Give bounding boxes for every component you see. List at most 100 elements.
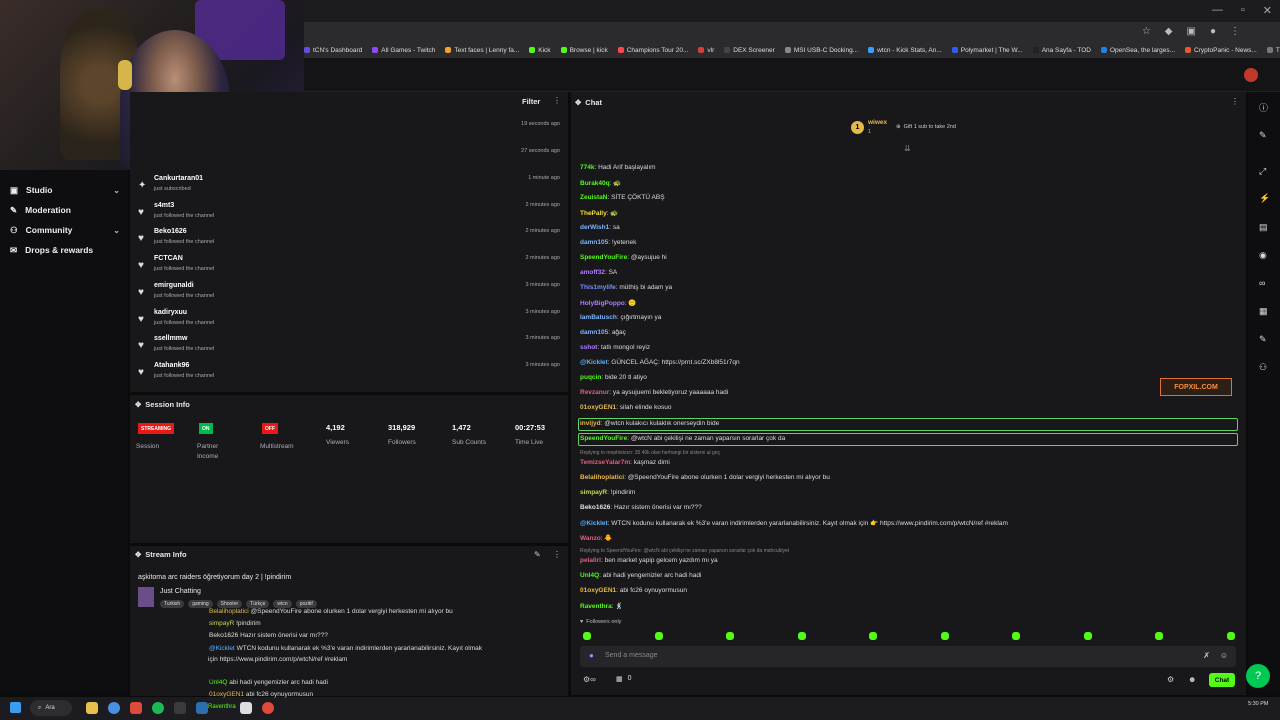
chat-username[interactable]: TemizseYalar7m <box>580 459 630 466</box>
format-icon[interactable]: ✗ <box>1203 651 1210 660</box>
users-icon[interactable]: ⚇ <box>1259 362 1269 372</box>
emote-icon[interactable] <box>1083 632 1092 640</box>
chat-username[interactable]: invijyd <box>580 420 601 427</box>
mic-icon[interactable]: ● <box>589 651 594 660</box>
filter-button[interactable]: Filter <box>522 97 540 106</box>
stream-tag[interactable]: pozitif <box>295 600 317 608</box>
wrench-icon[interactable]: ✎ <box>1259 334 1269 344</box>
bookmark-item[interactable]: wtcn - Kick Stats, An... <box>868 47 942 54</box>
emoji-icon[interactable]: ☺ <box>1220 651 1228 660</box>
link-icon[interactable]: ∞ <box>1259 278 1269 288</box>
stream-tag[interactable]: Shooter <box>216 600 243 608</box>
chat-username[interactable]: IamBatusch <box>580 314 617 321</box>
more-icon[interactable]: ⋮ <box>1230 26 1240 37</box>
chat-username[interactable]: simpayR <box>580 489 607 496</box>
close-window-button[interactable]: ✕ <box>1263 4 1272 17</box>
chat-username[interactable]: Revzanur <box>580 389 609 396</box>
chevron-down-icon[interactable]: ⌄ <box>113 186 120 195</box>
bookmark-item[interactable]: Polymarket | The W... <box>951 47 1023 54</box>
user-avatar[interactable] <box>1244 68 1258 82</box>
windows-start-icon[interactable] <box>10 702 21 713</box>
sidebar-item-studio[interactable]: ▣ Studio ⌄ <box>10 181 120 199</box>
emote-icon[interactable] <box>1226 632 1235 640</box>
chat-username[interactable]: sshot <box>580 344 597 351</box>
pinned-gifter-name[interactable]: wiwex <box>868 119 887 126</box>
bookmark-item[interactable]: MSI USB-C Docking... <box>784 47 858 54</box>
chat-bubble-icon[interactable]: ◉ <box>1259 250 1269 260</box>
drag-icon[interactable]: ✥ <box>135 550 141 559</box>
doc-icon[interactable]: ▤ <box>1259 222 1269 232</box>
server-icon[interactable]: ▦ <box>1259 306 1269 316</box>
stream-menu-icon[interactable]: ⋮ <box>553 550 561 559</box>
settings-icon[interactable]: ⚙ <box>1167 675 1174 684</box>
chat-collapse-icon[interactable]: ⇊ <box>904 144 911 153</box>
info-icon[interactable]: ⓘ <box>1259 101 1269 113</box>
stream-tag[interactable]: Turkish <box>160 600 185 608</box>
activity-username[interactable]: Cankurtaran01 <box>154 175 203 182</box>
maximize-button[interactable]: ▫ <box>1241 4 1245 17</box>
chat-username[interactable]: puqcin <box>580 374 601 381</box>
chat-username[interactable]: damn105 <box>580 329 608 336</box>
app-icon[interactable] <box>174 702 186 714</box>
chat-username[interactable]: Unl4Q <box>580 572 599 579</box>
emote-icon[interactable] <box>797 632 806 640</box>
chat-username[interactable]: @Kicklet <box>580 520 608 527</box>
chat-username[interactable]: SpeendYouFire <box>580 254 627 261</box>
chrome-icon[interactable] <box>108 702 120 714</box>
taskbar-running-app[interactable]: Raventhra <box>208 704 236 710</box>
chat-username[interactable]: ZeuistaN <box>580 194 607 201</box>
chat-menu-icon[interactable]: ⋮ <box>1231 97 1239 106</box>
bookmark-item[interactable]: Tüm Yer İşaretleri <box>1266 47 1280 54</box>
chat-username[interactable]: amoff32 <box>580 269 605 276</box>
activity-username[interactable]: Atahank96 <box>154 362 189 369</box>
chat-username[interactable]: Belalihoplatici <box>580 474 624 481</box>
chat-username[interactable]: Wanzo <box>580 535 601 542</box>
category-name[interactable]: Just Chatting <box>160 588 201 595</box>
bookmark-item[interactable]: CryptoPanic - News... <box>1185 47 1257 54</box>
sidebar-item-community[interactable]: ⚇ Community ⌄ <box>10 221 120 239</box>
activity-username[interactable]: Beko1626 <box>154 228 187 235</box>
drag-icon[interactable]: ✥ <box>575 98 581 107</box>
points-icon[interactable]: ⚙∞ <box>583 675 596 684</box>
chat-username[interactable]: pelaliri <box>580 557 601 564</box>
bookmark-item[interactable]: Kick <box>529 47 551 54</box>
chat-send-button[interactable]: Chat <box>1209 673 1235 687</box>
chat-username[interactable]: 774k <box>580 164 594 171</box>
help-button[interactable]: ? <box>1246 664 1270 688</box>
spotify-icon[interactable] <box>152 702 164 714</box>
chat-username[interactable]: This1mylife <box>580 284 616 291</box>
app-icon[interactable] <box>130 702 142 714</box>
bookmark-item[interactable]: vlr <box>698 47 714 54</box>
emote-icon[interactable] <box>1012 632 1020 640</box>
bookmark-item[interactable]: OpenSea, the larges... <box>1100 47 1175 54</box>
profile-icon[interactable]: ● <box>1210 26 1216 37</box>
gift-sub-button[interactable]: ⊕ Gift 1 sub to take 2nd <box>896 124 956 130</box>
steam-icon[interactable] <box>196 702 208 714</box>
address-bar[interactable] <box>304 22 1280 42</box>
emote-icon[interactable] <box>869 632 877 640</box>
chat-username[interactable]: SpeendYouFire <box>580 435 627 442</box>
app-icon[interactable] <box>240 702 252 714</box>
stream-tag[interactable]: wtcn <box>273 600 292 608</box>
emote-icon[interactable] <box>583 632 591 640</box>
activity-menu-icon[interactable]: ⋮ <box>553 96 561 105</box>
bookmark-item[interactable]: DEX Screener <box>724 47 775 54</box>
taskbar-search[interactable]: ⌕ Ara <box>30 700 72 716</box>
chevron-down-icon[interactable]: ⌄ <box>113 226 120 235</box>
activity-username[interactable]: kadiryxuu <box>154 309 187 316</box>
edit-icon[interactable]: ✎ <box>534 550 541 559</box>
emote-icon[interactable] <box>940 632 949 640</box>
expand-icon[interactable]: ⤢ <box>1259 166 1269 176</box>
activity-username[interactable]: emirgunaldi <box>154 282 194 289</box>
stream-tag[interactable]: Türkçe <box>246 600 270 608</box>
chat-username[interactable]: Raventhra <box>580 603 612 610</box>
star-icon[interactable]: ☆ <box>1142 26 1151 37</box>
chat-username[interactable]: damn105 <box>580 239 608 246</box>
bookmark-item[interactable]: Text faces | Lenny fa... <box>445 47 519 54</box>
activity-username[interactable]: FCTCAN <box>154 255 183 262</box>
chat-username[interactable]: HolyBigPoppo <box>580 300 625 307</box>
chat-input[interactable]: ● Send a message ✗ ☺ <box>580 646 1236 667</box>
chat-username[interactable]: ThePally <box>580 210 607 217</box>
emote-icon[interactable] <box>1155 632 1163 640</box>
drag-icon[interactable]: ✥ <box>135 400 141 409</box>
